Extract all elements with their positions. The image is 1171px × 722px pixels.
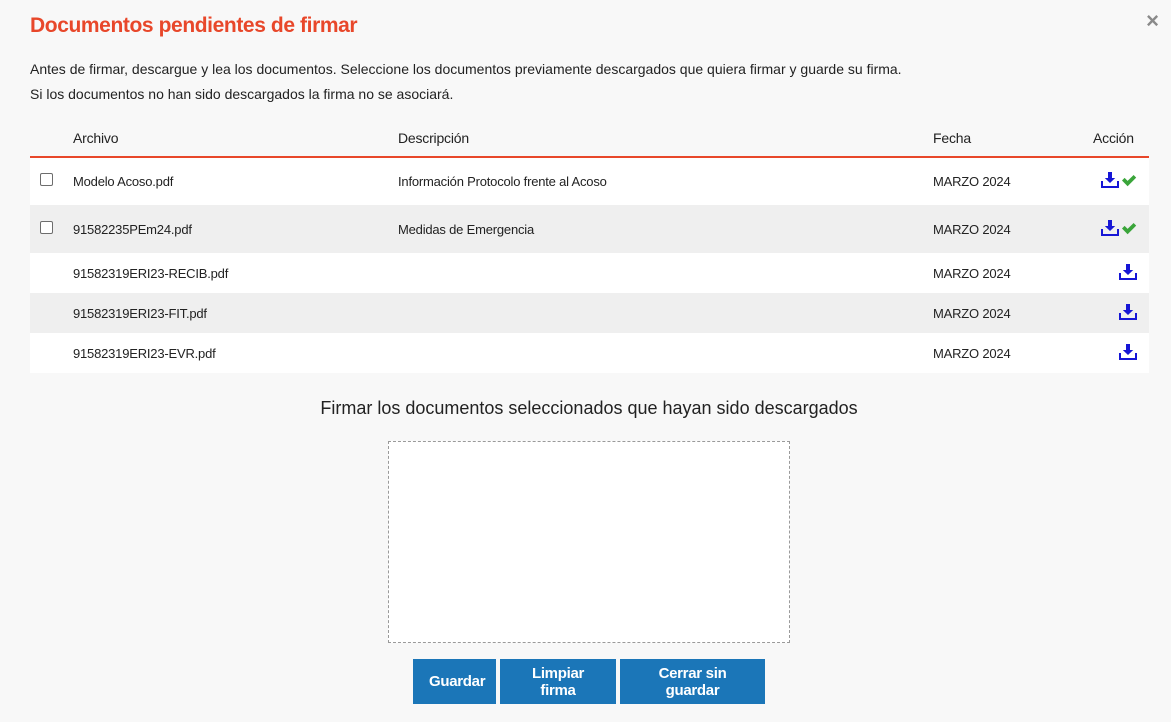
file-date: MARZO 2024 xyxy=(933,265,1011,281)
file-description xyxy=(398,253,933,293)
file-date: MARZO 2024 xyxy=(933,221,1011,237)
row-actions xyxy=(1093,333,1149,373)
file-name: 91582319ERI23-FIT.pdf xyxy=(73,305,207,321)
save-button[interactable]: Guardar xyxy=(413,659,496,704)
download-icon[interactable] xyxy=(1101,172,1119,188)
file-name: Modelo Acoso.pdf xyxy=(73,174,174,189)
file-name: 91582235PEm24.pdf xyxy=(73,221,192,237)
row-actions xyxy=(1093,205,1149,253)
documents-table: Archivo Descripción Fecha Acción Modelo … xyxy=(30,119,1149,373)
file-description: Medidas de Emergencia xyxy=(398,221,534,237)
file-description xyxy=(398,293,933,333)
table-row: 91582319ERI23-FIT.pdf MARZO 2024 xyxy=(30,293,1149,333)
signature-pad[interactable] xyxy=(388,441,790,643)
table-row: 91582235PEm24.pdf Medidas de Emergencia MA… xyxy=(30,205,1149,253)
file-name: 91582319ERI23-RECIB.pdf xyxy=(73,265,229,281)
download-icon[interactable] xyxy=(1119,343,1137,360)
header-archivo: Archivo xyxy=(73,119,398,158)
intro-line-2: Si los documentos no han sido descargado… xyxy=(30,86,454,102)
signature-label: Firmar los documentos seleccionados que … xyxy=(320,398,858,418)
row-checkbox-cell xyxy=(30,205,73,253)
file-description: Información Protocolo frente al Acoso xyxy=(398,174,607,189)
file-date: MARZO 2024 xyxy=(933,305,1011,321)
file-description xyxy=(398,333,933,373)
row-checkbox[interactable] xyxy=(40,173,53,187)
checkmark-icon xyxy=(1121,221,1137,235)
intro-line-1: Antes de firmar, descargue y lea los doc… xyxy=(30,61,902,77)
header-checkbox-col xyxy=(30,119,73,158)
download-icon[interactable] xyxy=(1119,303,1137,320)
row-actions xyxy=(1093,157,1149,205)
table-row: 91582319ERI23-RECIB.pdf MARZO 2024 xyxy=(30,253,1149,293)
row-actions xyxy=(1093,253,1149,293)
row-checkbox[interactable] xyxy=(40,220,53,234)
header-accion: Acción xyxy=(1093,119,1149,158)
file-date: MARZO 2024 xyxy=(933,174,1011,189)
table-row: 91582319ERI23-EVR.pdf MARZO 2024 xyxy=(30,333,1149,373)
table-row: Modelo Acoso.pdf Información Protocolo fr… xyxy=(30,157,1149,205)
button-bar: Guardar Limpiar firma Cerrar sin guardar xyxy=(413,659,765,704)
file-name: 91582319ERI23-EVR.pdf xyxy=(73,345,216,361)
row-checkbox-cell xyxy=(30,333,73,373)
row-checkbox-cell xyxy=(30,157,73,205)
close-without-saving-button[interactable]: Cerrar sin guardar xyxy=(620,659,765,704)
row-actions xyxy=(1093,293,1149,333)
clear-signature-button[interactable]: Limpiar firma xyxy=(500,659,616,704)
checkmark-icon xyxy=(1121,173,1137,187)
close-icon[interactable]: × xyxy=(1146,8,1159,34)
intro-text: Antes de firmar, descargue y lea los doc… xyxy=(30,57,902,107)
dialog-title: Documentos pendientes de firmar xyxy=(30,14,358,37)
table-header-row: Archivo Descripción Fecha Acción xyxy=(30,119,1149,158)
row-checkbox-cell xyxy=(30,253,73,293)
header-fecha: Fecha xyxy=(933,119,1093,158)
file-date: MARZO 2024 xyxy=(933,345,1011,361)
row-checkbox-cell xyxy=(30,293,73,333)
download-icon[interactable] xyxy=(1119,263,1137,280)
download-icon[interactable] xyxy=(1101,219,1119,236)
header-descripcion: Descripción xyxy=(398,119,933,158)
